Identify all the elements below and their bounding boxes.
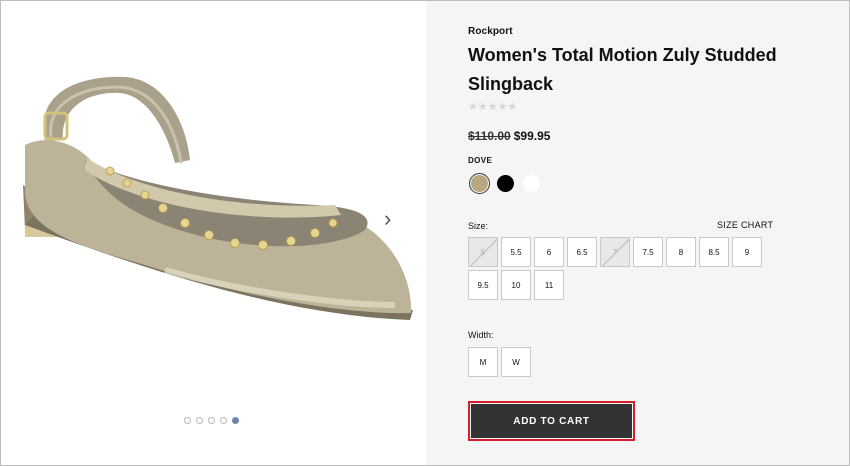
black-swatch[interactable] bbox=[495, 173, 516, 194]
size-option-8-5[interactable]: 8.5 bbox=[699, 237, 729, 267]
product-title: Women's Total Motion Zuly Studded Slingb… bbox=[468, 45, 777, 94]
gallery-dots bbox=[184, 417, 239, 424]
sale-price: $99.95 bbox=[513, 129, 551, 143]
gallery-dot[interactable] bbox=[196, 417, 203, 424]
size-option-6-5[interactable]: 6.5 bbox=[567, 237, 597, 267]
product-details: Rockport Women's Total Motion Zuly Studd… bbox=[426, 1, 849, 465]
size-option-10[interactable]: 10 bbox=[501, 270, 531, 300]
product-gallery: ‹ bbox=[1, 1, 426, 465]
width-options: M W bbox=[468, 347, 531, 377]
star-icon: ★ bbox=[487, 101, 498, 113]
size-label: Size: bbox=[468, 221, 489, 231]
star-icon: ★ bbox=[477, 101, 488, 113]
gallery-dot[interactable] bbox=[208, 417, 215, 424]
product-page: ‹ bbox=[0, 0, 850, 466]
dove-swatch[interactable] bbox=[469, 173, 490, 194]
gallery-next-arrow[interactable]: › bbox=[384, 208, 391, 230]
size-option-7[interactable]: 7 bbox=[600, 237, 630, 267]
original-price: $110.00 bbox=[468, 129, 511, 143]
price: $110.00 $99.95 bbox=[468, 129, 550, 143]
size-chart-link[interactable]: SIZE CHART bbox=[717, 220, 773, 230]
add-to-cart-button[interactable]: ADD TO CART bbox=[471, 404, 632, 438]
product-brand[interactable]: Rockport bbox=[468, 26, 513, 37]
gallery-dot[interactable] bbox=[184, 417, 191, 424]
size-option-9-5[interactable]: 9.5 bbox=[468, 270, 498, 300]
gallery-dot[interactable] bbox=[220, 417, 227, 424]
size-option-7-5[interactable]: 7.5 bbox=[633, 237, 663, 267]
gallery-dot-active[interactable] bbox=[232, 417, 239, 424]
size-option-9[interactable]: 9 bbox=[732, 237, 762, 267]
color-swatches bbox=[469, 173, 542, 194]
size-option-5[interactable]: 5 bbox=[468, 237, 498, 267]
product-image bbox=[23, 76, 413, 320]
size-option-6[interactable]: 6 bbox=[534, 237, 564, 267]
size-option-8[interactable]: 8 bbox=[666, 237, 696, 267]
width-option-m[interactable]: M bbox=[468, 347, 498, 377]
size-option-5-5[interactable]: 5.5 bbox=[501, 237, 531, 267]
rating-stars[interactable]: ★ ★ ★ ★ ★ bbox=[468, 101, 517, 113]
width-option-w[interactable]: W bbox=[501, 347, 531, 377]
size-options: 5 5.5 6 6.5 7 7.5 8 8.5 9 9.5 10 11 bbox=[468, 237, 768, 300]
star-icon: ★ bbox=[497, 101, 508, 113]
white-swatch[interactable] bbox=[521, 173, 542, 194]
size-option-11[interactable]: 11 bbox=[534, 270, 564, 300]
star-icon: ★ bbox=[507, 101, 518, 113]
width-label: Width: bbox=[468, 330, 494, 340]
selected-color-name: DOVE bbox=[468, 156, 493, 165]
star-icon: ★ bbox=[468, 101, 478, 113]
